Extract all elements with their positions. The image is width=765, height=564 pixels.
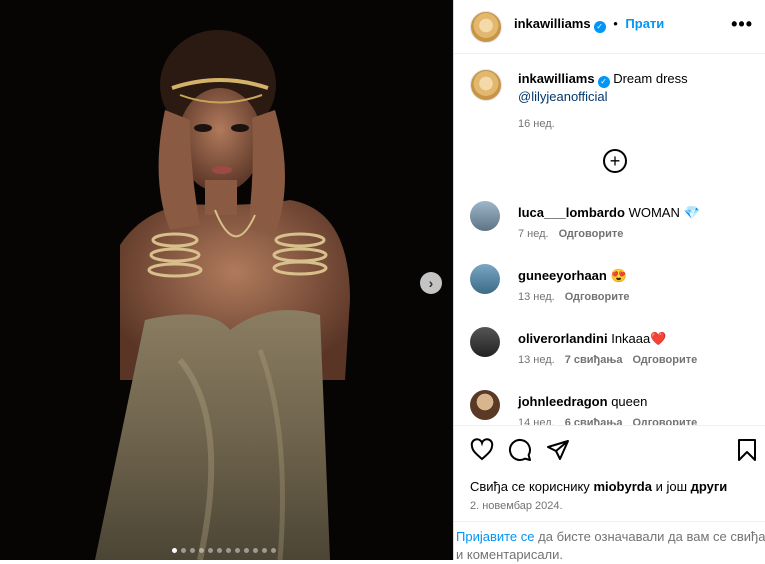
carousel-dot	[208, 548, 213, 553]
commenter-username[interactable]: guneeyorhaan	[518, 268, 607, 283]
follow-button[interactable]: Прати	[625, 16, 664, 31]
caption-avatar[interactable]	[470, 69, 502, 101]
reply-button[interactable]: Одговорите	[559, 228, 624, 240]
comment-time: 13 нед.	[518, 354, 555, 366]
separator-dot: •	[613, 16, 618, 31]
commenter-avatar[interactable]	[470, 201, 500, 231]
post-side-panel: inkawilliams ✓ • Прати ••• inkawilliams ✓ …	[454, 0, 765, 564]
post-actions: Свиђа се кориснику miobyrda и још други …	[454, 425, 765, 564]
comment-emoji: 😍	[610, 268, 627, 283]
verified-badge-icon: ✓	[593, 21, 606, 33]
commenter-username[interactable]: luca___lombardo	[518, 205, 625, 220]
caption: inkawilliams ✓ Dream dress @lilyjeanoffic…	[518, 70, 753, 133]
author-avatar[interactable]	[470, 11, 502, 43]
commenter-avatar[interactable]	[470, 264, 500, 294]
like-heart-icon[interactable]	[470, 438, 494, 462]
post-header: inkawilliams ✓ • Прати •••	[454, 0, 765, 54]
comment-likes[interactable]: 6 свиђања	[565, 417, 623, 425]
reply-button[interactable]: Одговорите	[632, 354, 697, 366]
caption-text: Dream dress	[613, 71, 688, 86]
caption-mention[interactable]: @lilyjeanofficial	[518, 89, 608, 104]
more-options-icon[interactable]: •••	[731, 14, 753, 35]
commenter-username[interactable]: johnleedragon	[518, 394, 608, 409]
next-photo-button[interactable]: ›	[420, 272, 442, 294]
commenter-avatar[interactable]	[470, 390, 500, 420]
carousel-dot	[199, 548, 204, 553]
carousel-dot	[190, 548, 195, 553]
login-prompt: Пријавите се да бисте означавали да вам …	[454, 521, 765, 564]
carousel-dot	[235, 548, 240, 553]
comment-icon[interactable]	[508, 438, 532, 462]
likes-user-link[interactable]: miobyrda	[593, 479, 652, 494]
comment-text: queen	[611, 394, 648, 409]
carousel-dot	[244, 548, 249, 553]
reply-button[interactable]: Одговорите	[632, 417, 697, 425]
caption-time: 16 нед.	[518, 118, 555, 130]
comment-text: Inkaaa	[611, 331, 651, 346]
post-date: 2. новембар 2024.	[470, 500, 563, 512]
login-link[interactable]: Пријавите се	[456, 529, 535, 544]
commenter-avatar[interactable]	[470, 327, 500, 357]
likes-others-link[interactable]: други	[691, 479, 728, 494]
likes-middle: и још	[655, 479, 687, 494]
photo-illustration	[0, 0, 453, 560]
carousel-dot	[253, 548, 258, 553]
carousel-dot	[226, 548, 231, 553]
carousel-dot	[181, 548, 186, 553]
save-bookmark-icon[interactable]	[737, 438, 757, 462]
load-more-comments-icon[interactable]: +	[603, 149, 627, 173]
post-photo[interactable]: ›	[0, 0, 453, 560]
carousel-dot	[172, 548, 177, 553]
share-icon[interactable]	[546, 438, 570, 462]
commenter-username[interactable]: oliverorlandini	[518, 331, 608, 346]
carousel-dot	[217, 548, 222, 553]
reply-button[interactable]: Одговорите	[565, 291, 630, 303]
heart-emoji: ❤️	[650, 331, 667, 346]
carousel-dot	[271, 548, 276, 553]
author-username[interactable]: inkawilliams	[514, 16, 591, 31]
comment-item: johnleedragon queen 14 нед. 6 свиђања Одго…	[470, 390, 760, 425]
comment-likes[interactable]: 7 свиђања	[565, 354, 623, 366]
comment-emoji: 💎	[683, 205, 700, 220]
carousel-indicator	[172, 548, 276, 553]
caption-username[interactable]: inkawilliams	[518, 71, 595, 86]
comment-time: 14 нед.	[518, 417, 555, 425]
verified-badge-icon: ✓	[597, 76, 610, 88]
comment-time: 7 нед.	[518, 228, 549, 240]
likes-summary: Свиђа се кориснику miobyrda и још други	[470, 479, 727, 494]
likes-prefix: Свиђа се кориснику	[470, 479, 590, 494]
comment-time: 13 нед.	[518, 291, 555, 303]
comment-text: WOMAN	[628, 205, 680, 220]
carousel-dot	[262, 548, 267, 553]
